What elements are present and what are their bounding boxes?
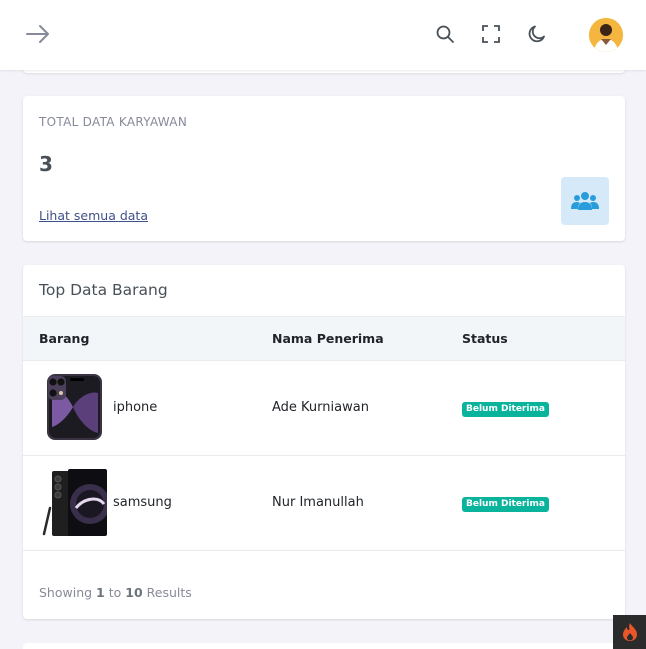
total-karyawan-card: TOTAL DATA KARYAWAN 3 Lihat semua data xyxy=(23,96,625,241)
users-icon xyxy=(561,177,609,225)
item-name: samsung xyxy=(113,495,172,510)
flame-icon[interactable] xyxy=(613,615,646,649)
summary-to-word: to xyxy=(108,585,122,600)
table-row: iphone Ade Kurniawan Belum Diterima xyxy=(23,361,625,456)
user-avatar[interactable] xyxy=(589,18,623,52)
summary-prefix: Showing xyxy=(39,585,93,600)
summary-from: 1 xyxy=(96,585,105,600)
view-all-link[interactable]: Lihat semua data xyxy=(39,208,148,223)
next-card-edge xyxy=(23,643,625,649)
samsung-image xyxy=(40,468,110,538)
item-name: iphone xyxy=(113,400,158,415)
arrow-right-icon[interactable] xyxy=(24,21,52,47)
pagination-summary: Showing 1 to 10 Results xyxy=(39,585,192,600)
receiver-name: Ade Kurniawan xyxy=(272,400,369,415)
fullscreen-icon[interactable] xyxy=(479,22,503,46)
iphone-image xyxy=(40,373,107,443)
summary-suffix: Results xyxy=(146,585,192,600)
card-title: Top Data Barang xyxy=(39,281,168,299)
column-header-barang: Barang xyxy=(39,331,90,346)
top-data-barang-card: Top Data Barang Barang Nama Penerima Sta… xyxy=(23,265,625,619)
top-bar xyxy=(0,0,646,70)
status-badge: Belum Diterima xyxy=(462,402,549,417)
table-row: samsung Nur Imanullah Belum Diterima xyxy=(23,456,625,551)
search-icon[interactable] xyxy=(433,22,457,46)
table-header: Barang Nama Penerima Status xyxy=(23,316,625,361)
column-header-nama-penerima: Nama Penerima xyxy=(272,331,384,346)
column-header-status: Status xyxy=(462,331,508,346)
stat-label: TOTAL DATA KARYAWAN xyxy=(39,115,188,129)
stat-value: 3 xyxy=(39,152,53,176)
summary-to: 10 xyxy=(125,585,143,600)
status-badge: Belum Diterima xyxy=(462,497,549,512)
receiver-name: Nur Imanullah xyxy=(272,495,364,510)
moon-icon[interactable] xyxy=(525,22,549,46)
